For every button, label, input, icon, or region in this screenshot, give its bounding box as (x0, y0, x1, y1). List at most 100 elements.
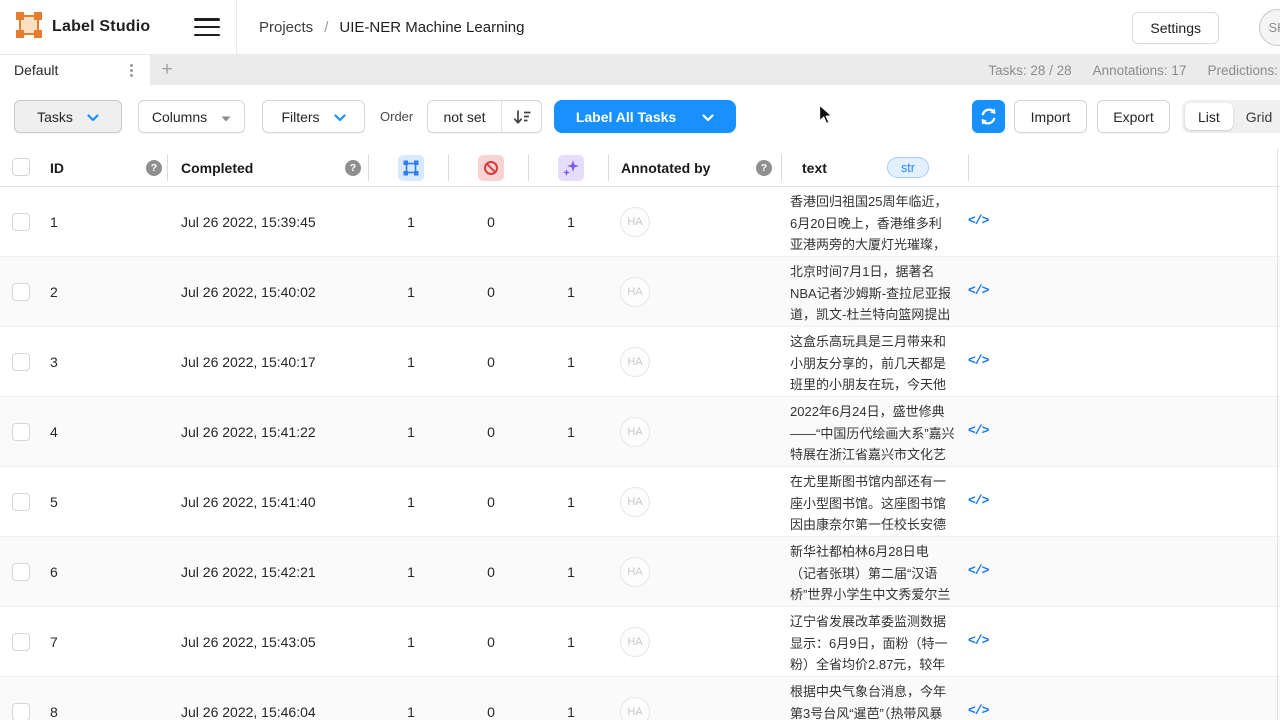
annotator-avatar: HA (620, 697, 650, 720)
table-row[interactable]: 3 Jul 26 2022, 15:40:17 1 0 1 HA 这盒乐高玩具是… (0, 327, 1280, 397)
order-control[interactable]: not set (427, 100, 542, 133)
view-grid-button[interactable]: Grid (1233, 103, 1280, 130)
hamburger-menu-icon[interactable] (194, 18, 220, 36)
tab-default[interactable]: Default (0, 55, 150, 85)
table-row[interactable]: 7 Jul 26 2022, 15:43:05 1 0 1 HA 辽宁省发展改革… (0, 607, 1280, 677)
table-row[interactable]: 8 Jul 26 2022, 15:46:04 1 0 1 HA 根据中央气象台… (0, 677, 1280, 720)
column-header-text[interactable]: text (802, 148, 827, 187)
row-checkbox[interactable] (12, 423, 30, 441)
task-text-cell: 2022年6月24日，盛世修典 ——“中国历代绘画大系”嘉兴 特展在浙江省嘉兴市… (790, 401, 976, 463)
source-code-icon[interactable]: </> (968, 213, 988, 228)
select-all-checkbox[interactable] (12, 158, 30, 176)
row-checkbox[interactable] (12, 703, 30, 720)
top-header: Label Studio Projects / UIE-NER Machine … (0, 0, 1280, 55)
row-checkbox[interactable] (12, 563, 30, 581)
row-checkbox[interactable] (12, 493, 30, 511)
completed-help-icon[interactable]: ? (345, 160, 361, 176)
table-row[interactable]: 2 Jul 26 2022, 15:40:02 1 0 1 HA 北京时间7月1… (0, 257, 1280, 327)
table-row[interactable]: 6 Jul 26 2022, 15:42:21 1 0 1 HA 新华社都柏林6… (0, 537, 1280, 607)
task-text-cell: 北京时间7月1日，据著名 NBA记者沙姆斯-查拉尼亚报 道，凯文-杜兰特向篮网提… (790, 261, 976, 323)
id-help-icon[interactable]: ? (146, 160, 162, 176)
annotations-column-icon[interactable] (398, 155, 424, 181)
completed-cell: Jul 26 2022, 15:40:02 (181, 257, 316, 327)
predictions-count-cell: 1 (531, 607, 611, 677)
source-code-icon[interactable]: </> (968, 353, 988, 368)
annotations-count-cell: 1 (371, 537, 451, 607)
task-text-cell: 在尤里斯图书馆内部还有一 座小型图书馆。这座图书馆 因由康奈尔第一任校长安德 (790, 471, 976, 533)
cancelled-count-cell: 0 (451, 677, 531, 720)
sort-direction-button[interactable] (501, 101, 541, 132)
task-table-body: 1 Jul 26 2022, 15:39:45 1 0 1 HA 香港回归祖国2… (0, 187, 1280, 720)
source-code-icon[interactable]: </> (968, 283, 988, 298)
column-header-id[interactable]: ID (50, 148, 64, 187)
settings-button[interactable]: Settings (1132, 12, 1219, 44)
source-code-icon[interactable]: </> (968, 563, 988, 578)
view-list-button[interactable]: List (1185, 103, 1233, 130)
triangle-down-icon (221, 109, 231, 125)
predictions-column-icon[interactable] (558, 155, 584, 181)
task-counters: Tasks: 28 / 28 Annotations: 17 Predictio… (988, 55, 1278, 85)
table-row[interactable]: 1 Jul 26 2022, 15:39:45 1 0 1 HA 香港回归祖国2… (0, 187, 1280, 257)
table-row[interactable]: 4 Jul 26 2022, 15:41:22 1 0 1 HA 2022年6月… (0, 397, 1280, 467)
column-header-completed[interactable]: Completed (181, 148, 253, 187)
cancelled-count-cell: 0 (451, 257, 531, 327)
source-code-icon[interactable]: </> (968, 633, 988, 648)
row-checkbox[interactable] (12, 353, 30, 371)
table-header: ID ? Completed ? Annotated by ? text str (0, 148, 1280, 187)
annotator-avatar: HA (620, 627, 650, 657)
source-code-icon[interactable]: </> (968, 703, 988, 718)
source-code-icon[interactable]: </> (968, 493, 988, 508)
label-all-tasks-label: Label All Tasks (576, 109, 676, 125)
refresh-button[interactable] (972, 100, 1005, 133)
predictions-count-cell: 1 (531, 397, 611, 467)
annotator-avatar: HA (620, 347, 650, 377)
task-text-cell: 香港回归祖国25周年临近， 6月20日晚上，香港维多利 亚港两旁的大厦灯光璀璨， (790, 191, 976, 253)
breadcrumb-projects-link[interactable]: Projects (259, 19, 313, 36)
cancelled-count-cell: 0 (451, 537, 531, 607)
label-studio-logo-icon (16, 12, 42, 43)
completed-cell: Jul 26 2022, 15:46:04 (181, 677, 316, 720)
user-avatar[interactable]: SH (1259, 9, 1280, 46)
breadcrumb-project-title: UIE-NER Machine Learning (339, 19, 524, 36)
annotator-avatar: HA (620, 277, 650, 307)
annotations-count-cell: 1 (371, 397, 451, 467)
label-all-tasks-button[interactable]: Label All Tasks (554, 100, 736, 133)
tasks-dropdown[interactable]: Tasks (14, 100, 122, 133)
row-checkbox[interactable] (12, 213, 30, 231)
annotations-counter: Annotations: 17 (1093, 63, 1187, 78)
annotator-avatar: HA (620, 557, 650, 587)
predictions-count-cell: 1 (531, 257, 611, 327)
view-tab-bar: Default + Tasks: 28 / 28 Annotations: 17… (0, 55, 1280, 85)
column-header-annotated-by[interactable]: Annotated by (621, 148, 710, 187)
table-row[interactable]: 5 Jul 26 2022, 15:41:40 1 0 1 HA 在尤里斯图书馆… (0, 467, 1280, 537)
tab-options-kebab-icon[interactable] (124, 62, 138, 78)
task-id-cell: 7 (50, 607, 58, 677)
data-manager-toolbar: Tasks Columns Filters Order not set La (0, 85, 1280, 148)
cancelled-count-cell: 0 (451, 607, 531, 677)
annotated-by-help-icon[interactable]: ? (756, 160, 772, 176)
row-checkbox[interactable] (12, 283, 30, 301)
completed-cell: Jul 26 2022, 15:39:45 (181, 187, 316, 257)
filters-dropdown[interactable]: Filters (262, 100, 365, 133)
cancelled-annotations-column-icon[interactable] (478, 155, 504, 181)
task-id-cell: 1 (50, 187, 58, 257)
cancelled-count-cell: 0 (451, 327, 531, 397)
export-button[interactable]: Export (1097, 100, 1170, 133)
add-tab-button[interactable]: + (158, 61, 176, 79)
columns-dropdown[interactable]: Columns (138, 100, 245, 133)
completed-cell: Jul 26 2022, 15:43:05 (181, 607, 316, 677)
import-button[interactable]: Import (1014, 100, 1087, 133)
task-text-cell: 根据中央气象台消息，今年 第3号台风“暹芭”（热带风暴 (790, 681, 976, 720)
annotator-avatar: HA (620, 487, 650, 517)
task-text-cell: 新华社都柏林6月28日电 （记者张琪）第二届“汉语 桥”世界小学生中文秀爱尔兰 (790, 541, 976, 603)
annotator-avatar: HA (620, 207, 650, 237)
source-code-icon[interactable]: </> (968, 423, 988, 438)
predictions-count-cell: 1 (531, 537, 611, 607)
row-checkbox[interactable] (12, 633, 30, 651)
annotations-count-cell: 1 (371, 257, 451, 327)
annotator-avatar: HA (620, 417, 650, 447)
refresh-icon (979, 107, 998, 126)
task-text-cell: 辽宁省发展改革委监测数据 显示：6月9日，面粉（特一 粉）全省均价2.87元，较… (790, 611, 976, 673)
completed-cell: Jul 26 2022, 15:41:22 (181, 397, 316, 467)
view-mode-toggle: List Grid (1182, 100, 1280, 133)
